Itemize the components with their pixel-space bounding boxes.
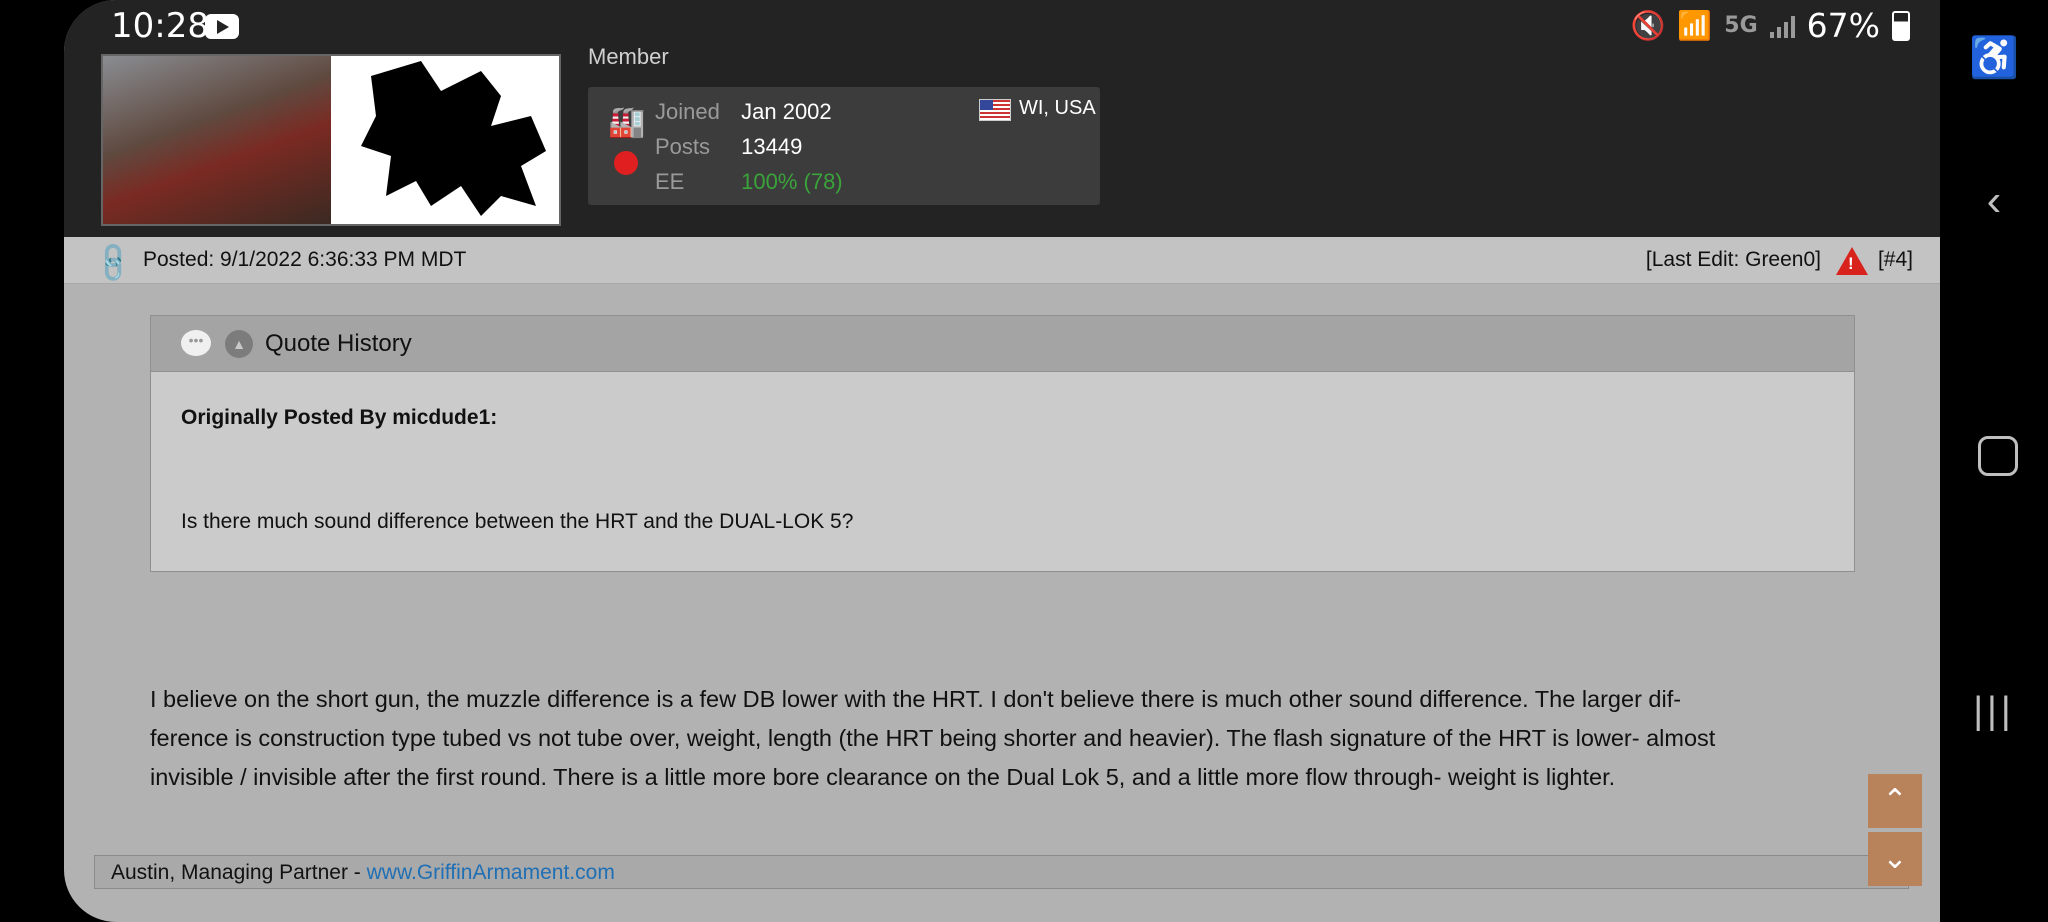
signature-link[interactable]: www.GriffinArmament.com	[367, 861, 615, 884]
scroll-down-button[interactable]: ⌄	[1868, 832, 1922, 886]
avatar[interactable]	[101, 54, 561, 226]
scroll-up-button[interactable]: ⌃	[1868, 774, 1922, 828]
signature: Austin, Managing Partner - www.GriffinAr…	[94, 855, 1909, 889]
speech-bubble-icon: •••	[181, 330, 211, 356]
quote-history: ••• ▲ Quote History Originally Posted By…	[150, 315, 1855, 572]
android-nav-bar: ♿ ‹ |||	[1940, 0, 2048, 922]
back-button[interactable]: ‹	[1940, 176, 2048, 226]
quote-text: Is there much sound difference between t…	[181, 510, 854, 533]
profile-card: 🏭 Joined Jan 2002 Posts 13449 EE 100% (7…	[588, 87, 1100, 205]
status-icons: 🔇 📶 5G 67%	[1631, 6, 1910, 45]
status-dot-icon	[614, 151, 638, 175]
ee-row: EE 100% (78)	[655, 169, 843, 195]
report-warning-icon[interactable]: !	[1836, 247, 1868, 275]
location: WI, USA	[1019, 97, 1096, 119]
member-rank: Member	[588, 44, 669, 69]
battery-percent: 67%	[1806, 6, 1880, 45]
ee-label: EE	[655, 169, 685, 194]
quote-author: Originally Posted By micdude1:	[181, 406, 498, 429]
posted-timestamp: Posted: 9/1/2022 6:36:33 PM MDT	[143, 248, 467, 271]
post-body-line: invisible / invisible after the first ro…	[150, 764, 1616, 790]
chevron-up-icon[interactable]: ▲	[225, 330, 253, 358]
battery-icon	[1892, 10, 1910, 41]
post-body-line: I believe on the short gun, the muzzle d…	[150, 686, 1682, 712]
wifi-icon: 📶	[1677, 10, 1713, 41]
youtube-icon	[205, 14, 239, 39]
posts-label: Posts	[655, 134, 711, 159]
factory-icon: 🏭	[608, 106, 646, 139]
accessibility-icon[interactable]: ♿	[1940, 34, 2048, 81]
post-body: I believe on the short gun, the muzzle d…	[150, 680, 1910, 797]
ee-value[interactable]: 100% (78)	[741, 169, 843, 194]
permalink-icon[interactable]: 🔗	[89, 239, 137, 287]
quote-title: Quote History	[265, 330, 412, 357]
post-number[interactable]: [#4]	[1878, 248, 1913, 272]
joined-row: Joined Jan 2002	[655, 99, 832, 125]
status-bar: 10:28 🔇 📶 5G 67%	[64, 0, 1940, 54]
last-edit: [Last Edit: Green0]	[1645, 248, 1821, 271]
joined-value: Jan 2002	[741, 99, 832, 124]
avatar-photo	[103, 56, 331, 224]
recents-button[interactable]: |||	[1940, 690, 2048, 733]
status-time: 10:28	[111, 6, 209, 46]
post-body-line: ference is construction type tubed vs no…	[150, 725, 1716, 751]
signal-icon	[1769, 14, 1795, 38]
quote-header[interactable]: ••• ▲ Quote History	[151, 316, 1854, 372]
posts-row: Posts 13449	[655, 134, 802, 160]
home-button[interactable]	[1978, 436, 2018, 476]
griffin-logo	[331, 56, 559, 224]
profile-header: Member 🏭 Joined Jan 2002 Posts 13449 EE …	[64, 44, 1940, 237]
app-screen: 10:28 🔇 📶 5G 67% Member 🏭 Joined Jan 200…	[64, 0, 1940, 922]
mute-icon: 🔇	[1630, 10, 1666, 41]
us-flag-icon	[979, 99, 1011, 121]
signature-text: Austin, Managing Partner -	[111, 861, 367, 884]
post-meta-bar: 🔗 Posted: 9/1/2022 6:36:33 PM MDT [Last …	[64, 237, 1940, 287]
joined-label: Joined	[655, 99, 720, 124]
network-type: 5G	[1724, 13, 1758, 38]
posts-value: 13449	[741, 134, 803, 159]
